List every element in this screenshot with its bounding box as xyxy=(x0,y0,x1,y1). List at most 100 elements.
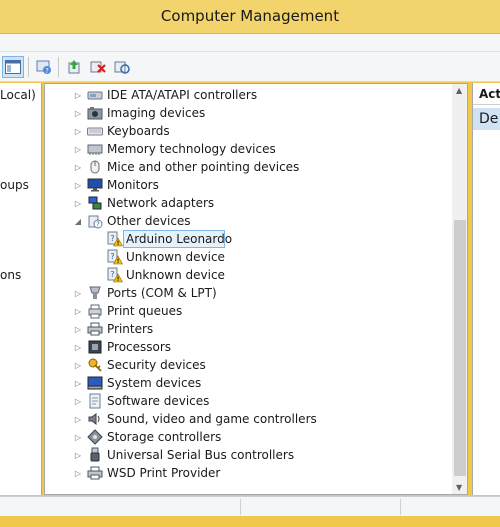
expand-arrow-icon[interactable]: ▷ xyxy=(73,162,83,172)
tree-node[interactable]: ▷ Printers xyxy=(45,320,449,338)
tree-node[interactable]: ▷ System devices xyxy=(45,374,449,392)
mouse-icon xyxy=(87,159,103,175)
tree-child-node[interactable]: ? Unknown device xyxy=(45,266,449,284)
svg-text:?: ? xyxy=(110,234,114,243)
update-driver-icon xyxy=(68,60,80,74)
expand-arrow-icon[interactable]: ▷ xyxy=(73,126,83,136)
tree-node[interactable]: ▷ IDE ATA/ATAPI controllers xyxy=(45,86,449,104)
tree-node-label: Processors xyxy=(107,340,172,354)
memory-device-icon xyxy=(87,141,103,157)
scroll-up-icon[interactable]: ▲ xyxy=(456,86,462,95)
tree-node[interactable]: ▷ Print queues xyxy=(45,302,449,320)
wsd-print-icon xyxy=(87,465,103,481)
console-tree-pane: Local) oups ons xyxy=(0,83,42,495)
help-icon: ? xyxy=(36,60,51,75)
sound-icon xyxy=(87,411,103,427)
svg-text:?: ? xyxy=(110,270,114,279)
help-button[interactable]: ? xyxy=(33,56,55,78)
tree-node[interactable]: ▷ Mice and other pointing devices xyxy=(45,158,449,176)
ide-controller-icon xyxy=(87,87,103,103)
tree-node[interactable]: ▷ Software devices xyxy=(45,392,449,410)
tree-child-node[interactable]: ? Arduino Leonardo xyxy=(45,230,449,248)
tree-node[interactable]: ▷ Processors xyxy=(45,338,449,356)
expand-arrow-icon[interactable]: ▷ xyxy=(73,324,83,334)
expand-arrow-icon[interactable]: ▷ xyxy=(73,432,83,442)
monitor-icon xyxy=(87,177,103,193)
tree-child-label: Unknown device xyxy=(126,268,225,282)
expand-arrow-icon[interactable]: ▷ xyxy=(73,378,83,388)
tree-node-label: WSD Print Provider xyxy=(107,466,221,480)
expand-arrow-icon[interactable]: ▷ xyxy=(73,198,83,208)
scrollbar-thumb[interactable] xyxy=(454,220,466,476)
collapse-arrow-icon[interactable]: ◢ xyxy=(73,216,83,226)
tree-node-label: Mice and other pointing devices xyxy=(107,160,300,174)
tree-node[interactable]: ▷ Keyboards xyxy=(45,122,449,140)
expand-arrow-icon[interactable]: ▷ xyxy=(73,360,83,370)
expand-arrow-icon[interactable]: ▷ xyxy=(73,90,83,100)
printer-icon xyxy=(87,321,103,337)
usb-icon xyxy=(87,447,103,463)
menu-bar xyxy=(0,34,500,52)
tree-node-label: Memory technology devices xyxy=(107,142,276,156)
processor-icon xyxy=(87,339,103,355)
tree-node-label: Imaging devices xyxy=(107,106,206,120)
tree-node-label: Security devices xyxy=(107,358,206,372)
device-manager-pane: ▷ IDE ATA/ATAPI controllers ▷ Imaging devic… xyxy=(44,83,468,495)
console-tree-item[interactable]: oups xyxy=(0,178,29,192)
tree-node[interactable]: ▷ Network adapters xyxy=(45,194,449,212)
tree-node[interactable]: ▷ Universal Serial Bus controllers xyxy=(45,446,449,464)
tree-node-label: Print queues xyxy=(107,304,183,318)
svg-text:?: ? xyxy=(96,221,100,229)
network-adapter-icon xyxy=(87,195,103,211)
tree-node[interactable]: ▷ Storage controllers xyxy=(45,428,449,446)
scroll-down-icon[interactable]: ▼ xyxy=(456,483,462,492)
tree-node[interactable]: ◢? Other devices xyxy=(45,212,449,230)
show-hide-console-tree-icon xyxy=(5,60,21,74)
tree-node[interactable]: ▷ Sound, video and game controllers xyxy=(45,410,449,428)
tree-node[interactable]: ▷ Monitors xyxy=(45,176,449,194)
expand-arrow-icon[interactable]: ▷ xyxy=(73,342,83,352)
imaging-device-icon xyxy=(87,105,103,121)
actions-pane: Acti De xyxy=(472,83,500,495)
scan-hardware-button[interactable] xyxy=(111,56,133,78)
uninstall-device-button[interactable] xyxy=(87,56,109,78)
tree-node-label: Printers xyxy=(107,322,154,336)
expand-arrow-icon[interactable]: ▷ xyxy=(73,450,83,460)
tree-node[interactable]: ▷ Security devices xyxy=(45,356,449,374)
port-icon xyxy=(87,285,103,301)
tree-node-label: Keyboards xyxy=(107,124,170,138)
expand-arrow-icon[interactable]: ▷ xyxy=(73,414,83,424)
tree-node-label: Network adapters xyxy=(107,196,215,210)
expand-arrow-icon[interactable]: ▷ xyxy=(73,306,83,316)
expand-arrow-icon[interactable]: ▷ xyxy=(73,396,83,406)
console-tree-item[interactable]: ons xyxy=(0,268,21,282)
tree-node-label: Ports (COM & LPT) xyxy=(107,286,217,300)
tree-node[interactable]: ▷ Memory technology devices xyxy=(45,140,449,158)
expand-arrow-icon[interactable]: ▷ xyxy=(73,288,83,298)
expand-arrow-icon[interactable]: ▷ xyxy=(73,108,83,118)
software-device-icon xyxy=(87,393,103,409)
update-driver-button[interactable] xyxy=(63,56,85,78)
expand-arrow-icon[interactable]: ▷ xyxy=(73,468,83,478)
other-devices-icon: ? xyxy=(87,213,103,229)
tree-node[interactable]: ▷ Ports (COM & LPT) xyxy=(45,284,449,302)
uninstall-device-icon xyxy=(90,61,106,73)
svg-text:?: ? xyxy=(110,252,114,261)
tree-node-label: Storage controllers xyxy=(107,430,222,444)
storage-controller-icon xyxy=(87,429,103,445)
tree-child-node[interactable]: ? Unknown device xyxy=(45,248,449,266)
unknown-device-warning-icon: ? xyxy=(107,231,124,247)
expand-arrow-icon[interactable]: ▷ xyxy=(73,180,83,190)
tree-child-label: Arduino Leonardo xyxy=(126,232,233,246)
tree-node-label: IDE ATA/ATAPI controllers xyxy=(107,88,258,102)
tree-node[interactable]: ▷ WSD Print Provider xyxy=(45,464,449,482)
tree-node-label: Monitors xyxy=(107,178,159,192)
tree-node-label: Sound, video and game controllers xyxy=(107,412,317,426)
expand-arrow-icon[interactable]: ▷ xyxy=(73,144,83,154)
vertical-scrollbar[interactable]: ▲ ▼ xyxy=(452,84,467,494)
show-hide-console-tree-button[interactable] xyxy=(2,56,24,78)
status-bar xyxy=(0,496,500,516)
console-tree-item[interactable]: Local) xyxy=(0,88,36,102)
actions-item[interactable]: De xyxy=(473,108,500,130)
tree-node[interactable]: ▷ Imaging devices xyxy=(45,104,449,122)
